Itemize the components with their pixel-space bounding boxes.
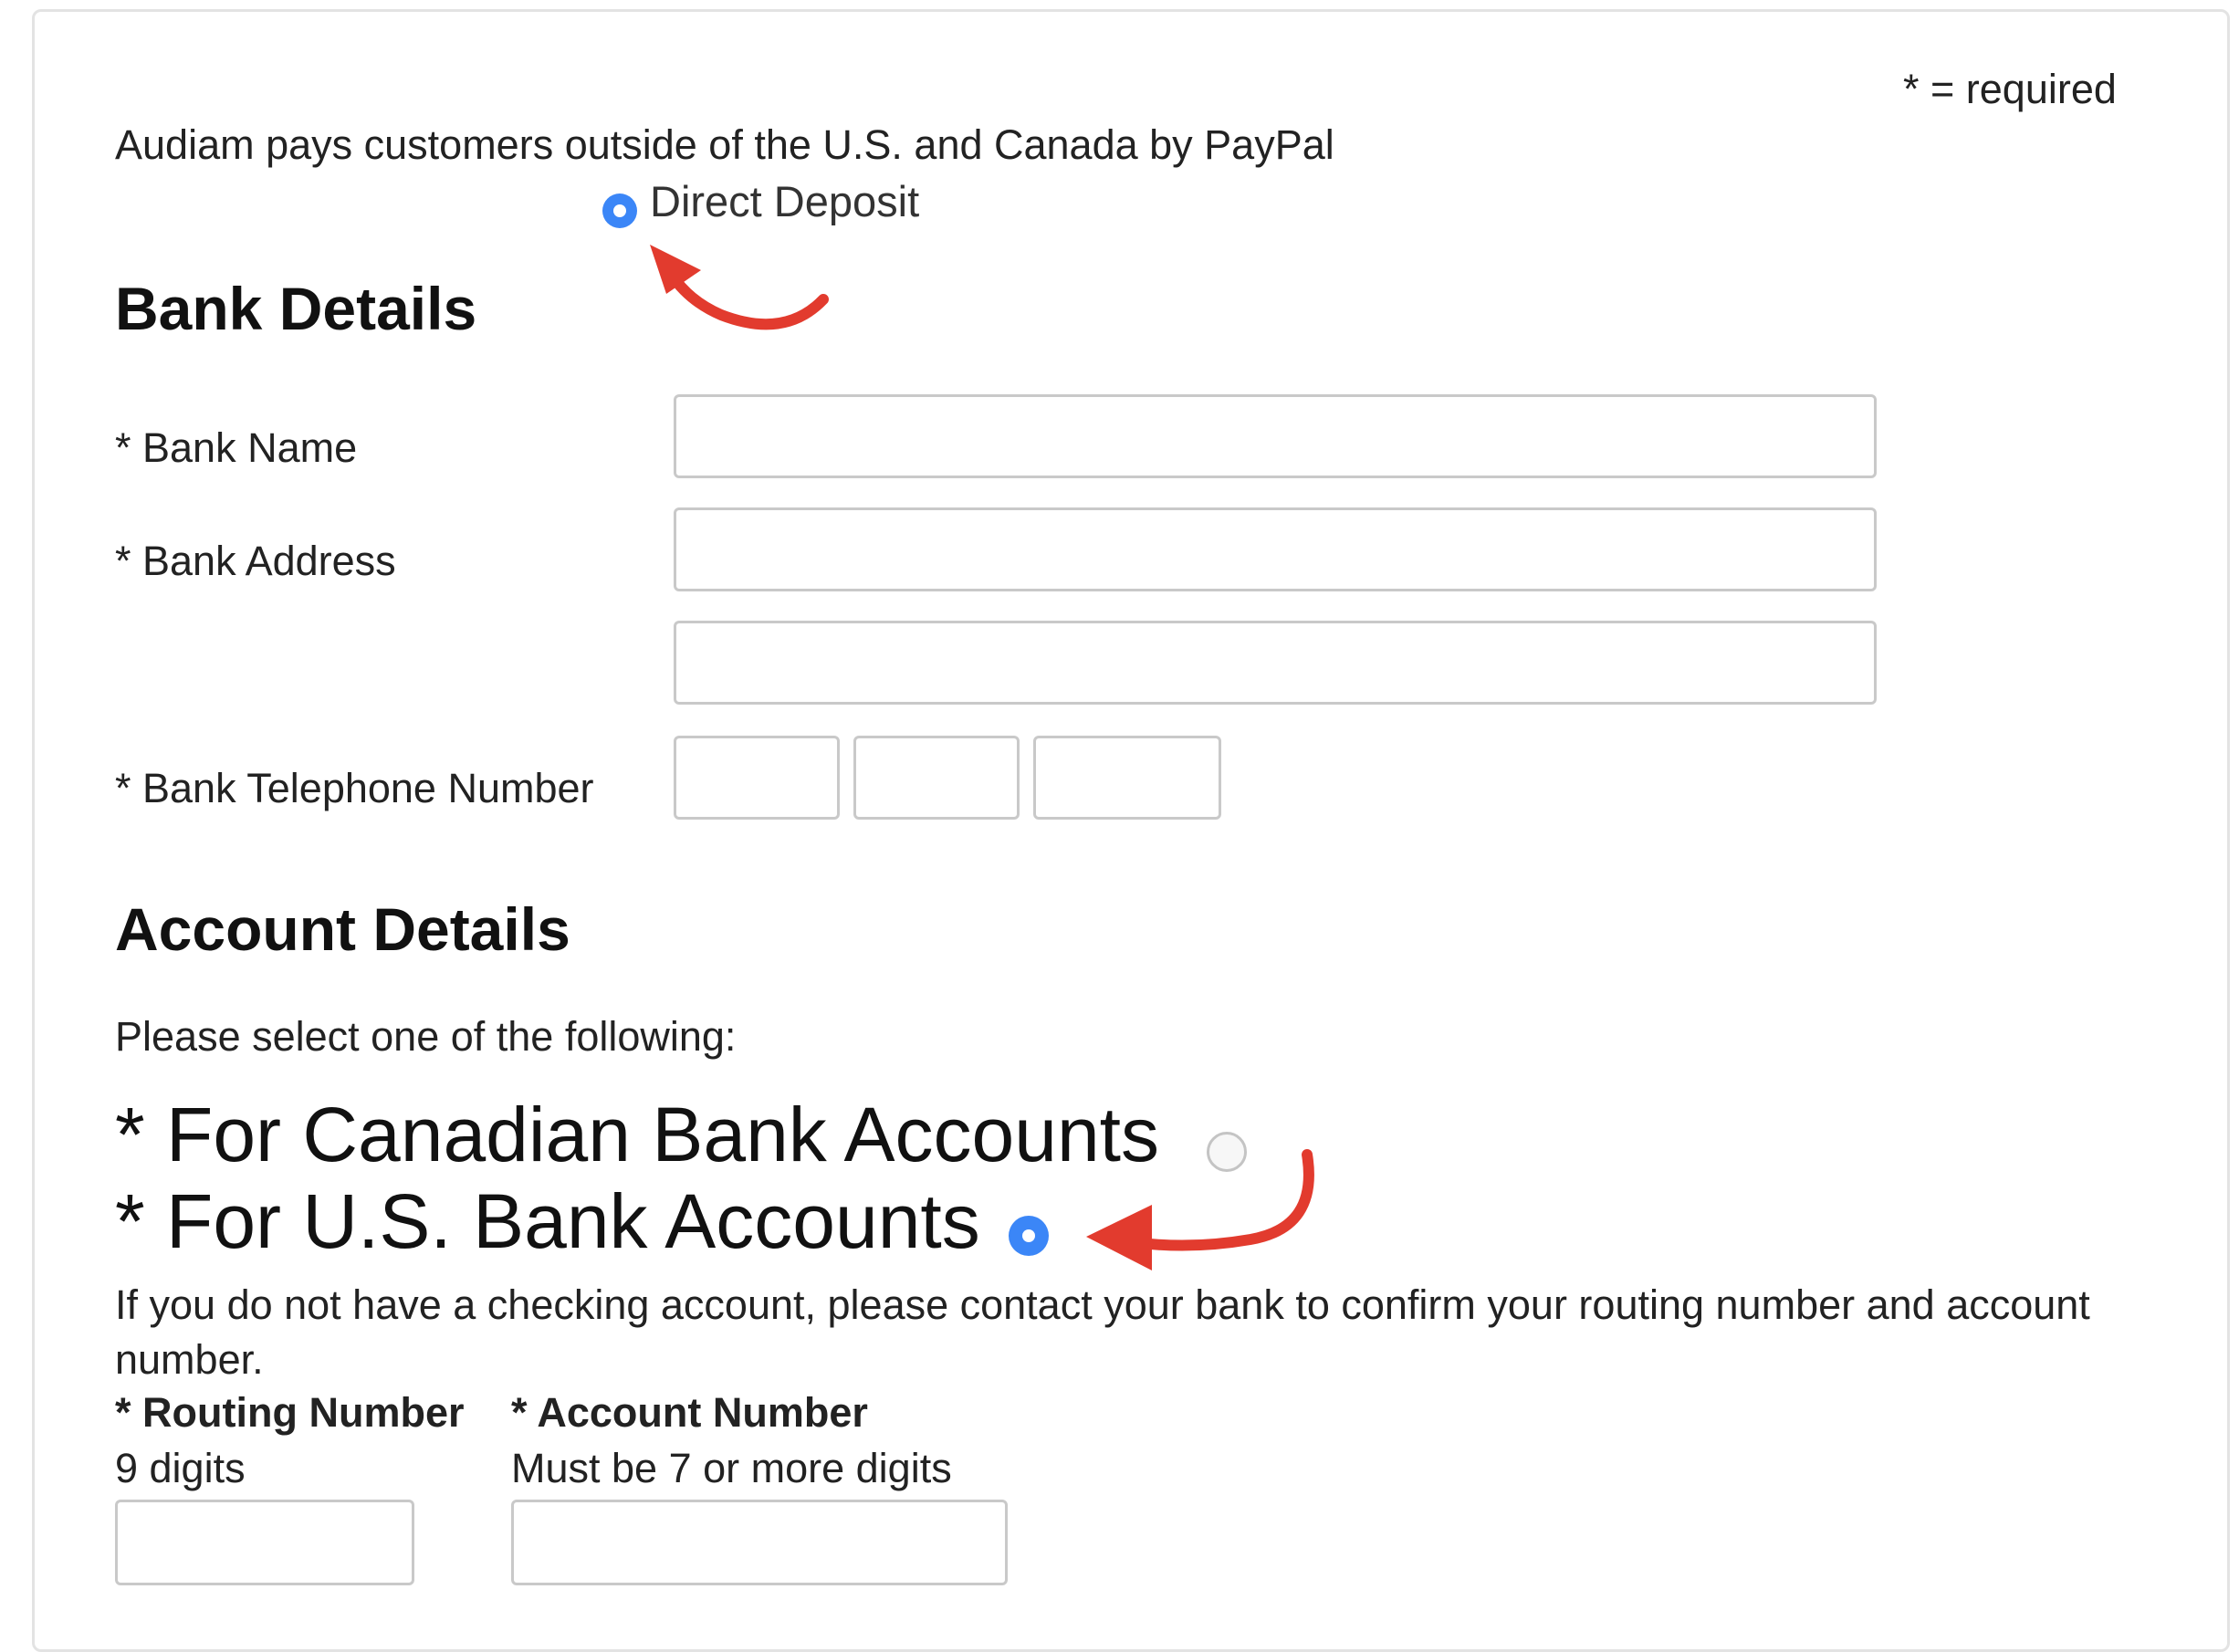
direct-deposit-arrow-icon <box>650 245 829 330</box>
annotation-arrows <box>650 245 1314 1270</box>
us-accounts-arrow-icon <box>1086 1149 1314 1270</box>
